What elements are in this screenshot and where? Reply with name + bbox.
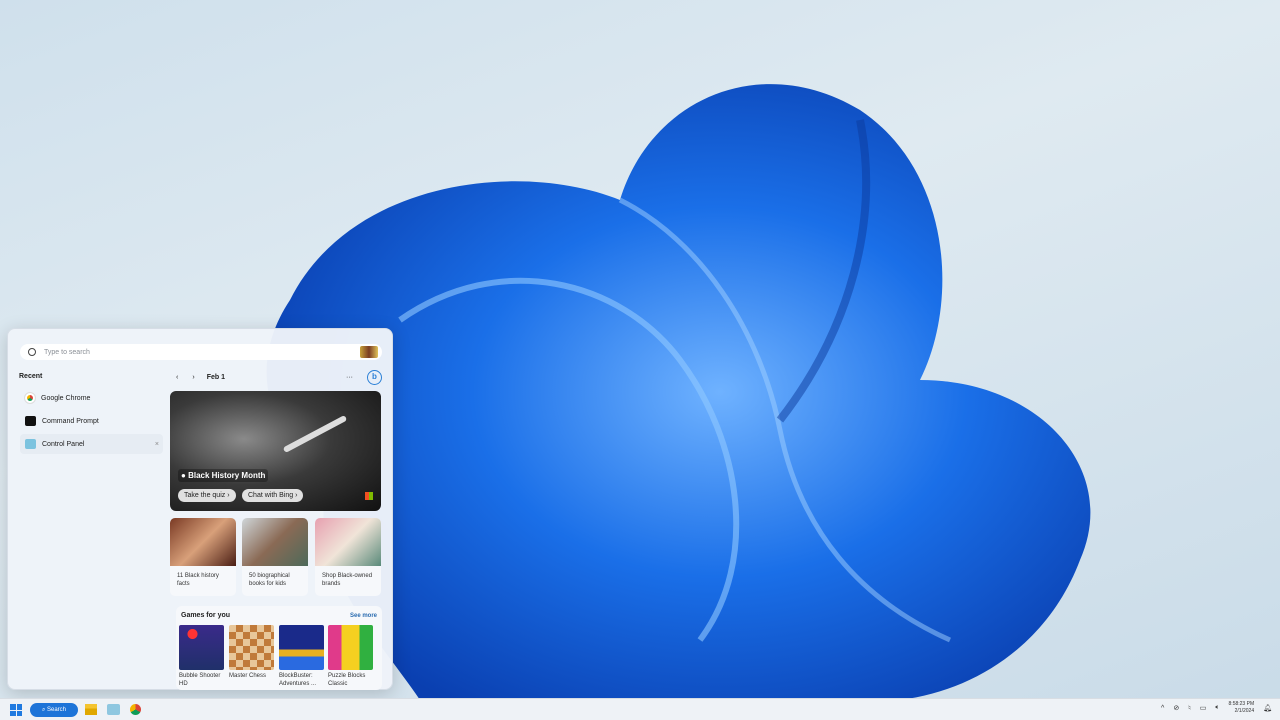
feed-date: Feb 1	[206, 373, 225, 381]
taskbar-search-button[interactable]: ⌕ Search	[30, 703, 78, 717]
game-tile[interactable]: Puzzle Blocks Classic	[328, 625, 373, 688]
see-more-link[interactable]: See more	[350, 613, 377, 619]
remove-icon[interactable]: ×	[155, 441, 159, 448]
recent-item-chrome[interactable]: Google Chrome	[20, 388, 163, 408]
network-icon[interactable]: ⊘	[1173, 704, 1179, 712]
start-search-panel: Type to search Recent Google Chrome Comm…	[7, 328, 393, 690]
trumpet-image	[282, 414, 348, 454]
search-placeholder: Type to search	[44, 348, 90, 356]
card-caption: Shop Black-owned brands	[322, 573, 373, 587]
microsoft-logo	[365, 492, 373, 500]
display-icon[interactable]: ▭	[1200, 704, 1207, 712]
game-label: Puzzle Blocks Classic	[328, 673, 366, 687]
chrome-taskbar-icon[interactable]	[130, 704, 141, 715]
game-label: Bubble Shooter HD	[179, 673, 221, 687]
feed-nav: ‹ › Feb 1 ··· b	[176, 369, 382, 385]
hero-card[interactable]: ● Black History Month Take the quiz › Ch…	[170, 391, 381, 511]
more-options-button[interactable]: ···	[346, 374, 353, 381]
feed-card[interactable]: 50 biographical books for kids	[242, 518, 308, 596]
chrome-icon	[24, 392, 36, 404]
terminal-icon	[25, 416, 36, 426]
next-button[interactable]: ›	[192, 374, 194, 381]
notification-bell-icon[interactable]: 🔔︎	[1263, 704, 1272, 712]
recent-item-label: Command Prompt	[42, 417, 99, 425]
search-highlight-icon[interactable]	[360, 346, 378, 358]
games-section: Games for you See more Bubble Shooter HD…	[176, 606, 382, 690]
games-heading: Games for you	[181, 612, 231, 619]
file-explorer-icon[interactable]	[85, 704, 97, 715]
game-tile[interactable]: Bubble Shooter HD	[179, 625, 224, 688]
recent-item-command-prompt[interactable]: Command Prompt	[20, 411, 163, 431]
bing-icon[interactable]: b	[367, 369, 382, 385]
recent-item-label: Control Panel	[42, 440, 85, 448]
card-caption: 11 Black history facts	[177, 573, 219, 587]
search-icon	[28, 348, 36, 356]
game-tile[interactable]: Master Chess	[229, 625, 274, 680]
system-tray: ^ ⊘ ♮ ▭ 🔈︎ 8:58:23 PM 2/1/2024 🔔︎	[1161, 701, 1272, 715]
game-tile[interactable]: BlockBuster: Adventures ...	[279, 625, 324, 688]
taskbar: ⌕ Search ^ ⊘ ♮ ▭ 🔈︎ 8:58:23 PM 2/1/2024 🔔…	[0, 698, 1280, 720]
feed-card[interactable]: Shop Black-owned brands	[315, 518, 381, 596]
microphone-icon[interactable]: ♮	[1188, 704, 1191, 712]
control-panel-taskbar-icon[interactable]	[107, 704, 120, 715]
recent-item-control-panel[interactable]: Control Panel ×	[20, 434, 163, 454]
hero-title: ● Black History Month	[178, 469, 269, 482]
recent-heading: Recent	[19, 373, 43, 380]
feed-card[interactable]: 11 Black history facts	[170, 518, 236, 596]
chevron-up-icon[interactable]: ^	[1161, 705, 1164, 712]
recent-item-label: Google Chrome	[41, 394, 91, 402]
prev-button[interactable]: ‹	[176, 374, 178, 381]
start-button[interactable]	[10, 704, 22, 716]
control-panel-icon	[25, 439, 36, 449]
volume-icon[interactable]: 🔈︎	[1215, 704, 1219, 712]
game-label: Master Chess	[229, 673, 267, 679]
clock[interactable]: 8:58:23 PM 2/1/2024	[1229, 701, 1255, 715]
chat-with-bing-button[interactable]: Chat with Bing ›	[242, 489, 304, 502]
search-input[interactable]: Type to search	[20, 344, 382, 360]
take-quiz-button[interactable]: Take the quiz ›	[178, 489, 236, 502]
game-label: BlockBuster: Adventures ...	[279, 673, 317, 687]
card-caption: 50 biographical books for kids	[249, 573, 290, 587]
